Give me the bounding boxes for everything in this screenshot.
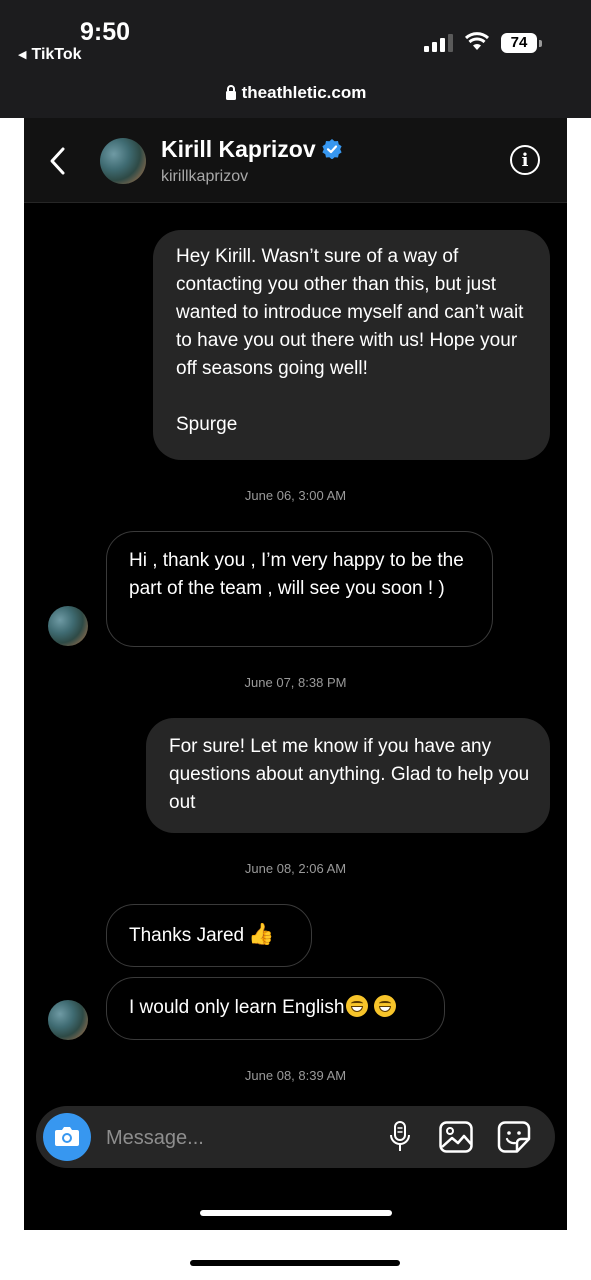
back-app-label: TikTok (31, 46, 82, 63)
cellular-signal-icon (424, 34, 453, 52)
message-text: Hi , thank you , I’m very happy to be th… (129, 550, 470, 599)
microphone-icon[interactable] (388, 1120, 412, 1154)
message-composer (36, 1106, 555, 1168)
status-bar: 9:50 ◀ TikTok 74 theathletic.com (0, 0, 591, 118)
received-message-bubble[interactable]: Thanks Jared 👍 (106, 904, 312, 967)
contact-avatar[interactable] (100, 138, 146, 184)
wifi-icon (464, 32, 490, 50)
sent-message-bubble[interactable]: Hey Kirill. Wasn’t sure of a way of cont… (153, 230, 550, 460)
message-text: For sure! Let me know if you have any qu… (169, 736, 535, 813)
sender-avatar[interactable] (48, 606, 88, 646)
grinning-face-emoji (374, 995, 397, 1017)
back-triangle-icon: ◀ (18, 49, 27, 61)
status-time: 9:50 (80, 18, 131, 46)
received-message-bubble[interactable]: Hi , thank you , I’m very happy to be th… (106, 531, 493, 647)
outer-home-indicator[interactable] (190, 1260, 400, 1266)
received-message-bubble[interactable]: I would only learn English (106, 977, 445, 1040)
sender-avatar[interactable] (48, 1000, 88, 1040)
home-indicator[interactable] (200, 1210, 392, 1216)
verified-badge-icon (322, 139, 342, 159)
message-timestamp: June 07, 8:38 PM (244, 675, 347, 690)
sent-message-bubble[interactable]: For sure! Let me know if you have any qu… (146, 718, 550, 833)
thumbs-up-emoji: 👍 (248, 923, 275, 946)
chat-header: Kirill Kaprizov kirillkaprizov i (24, 118, 567, 203)
message-timestamp: June 06, 3:00 AM (244, 488, 347, 503)
grinning-face-emoji (346, 995, 369, 1017)
message-text: I would only learn English (129, 997, 345, 1018)
gallery-icon[interactable] (439, 1121, 473, 1153)
battery-nub (539, 40, 542, 47)
contact-handle: kirillkaprizov (161, 168, 249, 185)
message-text: Thanks Jared (129, 925, 245, 946)
chevron-left-icon[interactable] (48, 146, 68, 176)
back-to-app-link[interactable]: ◀ TikTok (18, 46, 82, 64)
camera-icon (55, 1127, 79, 1146)
message-text: Hey Kirill. Wasn’t sure of a way of cont… (176, 246, 524, 435)
message-timestamp: June 08, 2:06 AM (244, 861, 347, 876)
sticker-icon[interactable] (497, 1121, 531, 1153)
url-bar[interactable]: theathletic.com (0, 83, 591, 103)
message-timestamp: June 08, 8:39 AM (244, 1068, 347, 1083)
message-input[interactable] (104, 1120, 368, 1156)
contact-name-text: Kirill Kaprizov (161, 136, 316, 162)
battery-indicator: 74 (501, 33, 537, 53)
info-icon: i (521, 150, 529, 171)
instagram-dm-screen: Kirill Kaprizov kirillkaprizov i Hey Kir… (24, 118, 567, 1230)
contact-name[interactable]: Kirill Kaprizov (161, 136, 342, 163)
lock-icon (225, 85, 236, 100)
url-text: theathletic.com (241, 83, 367, 102)
camera-button[interactable] (43, 1113, 91, 1161)
info-button[interactable]: i (510, 145, 540, 175)
